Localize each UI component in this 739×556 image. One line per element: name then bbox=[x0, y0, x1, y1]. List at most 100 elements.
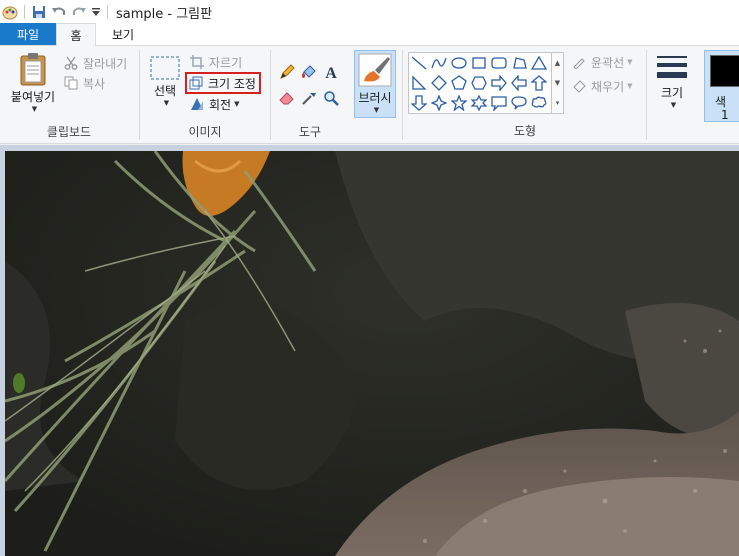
resize-label: 크기 조정 bbox=[208, 76, 256, 91]
tools-group: A 도구 bbox=[271, 46, 349, 144]
fill-dropdown-icon: ▼ bbox=[627, 82, 633, 90]
paint-app-icon[interactable] bbox=[0, 2, 20, 22]
tab-file[interactable]: 파일 bbox=[0, 23, 56, 45]
shapes-scroll-up-icon[interactable]: ▲ bbox=[552, 53, 563, 73]
four-point-star-shape-icon[interactable] bbox=[429, 93, 449, 113]
shapes-group-label: 도형 bbox=[513, 124, 537, 138]
line-width-icon bbox=[657, 56, 687, 78]
fill-label: 채우기 bbox=[591, 79, 625, 94]
fill-button[interactable]: 채우기 ▼ bbox=[570, 76, 633, 96]
select-button[interactable]: 선택 ▼ bbox=[148, 56, 182, 107]
cut-label: 잘라내기 bbox=[83, 56, 128, 71]
qa-separator bbox=[24, 5, 25, 19]
image-group: 선택 ▼ 자르기 크기 조정 회전 ▼ 이미지 bbox=[140, 46, 270, 144]
pentagon-shape-icon[interactable] bbox=[449, 73, 469, 93]
color1-button[interactable]: 색 1 bbox=[704, 50, 739, 122]
scissors-icon bbox=[62, 55, 80, 71]
brushes-dropdown-icon: ▼ bbox=[373, 106, 380, 114]
oval-shape-icon[interactable] bbox=[449, 53, 469, 73]
cut-button[interactable]: 잘라내기 bbox=[62, 53, 127, 73]
outline-icon bbox=[570, 54, 588, 70]
line-shape-icon[interactable] bbox=[409, 53, 429, 73]
rounded-rectangle-shape-icon[interactable] bbox=[489, 53, 509, 73]
save-icon[interactable] bbox=[29, 2, 49, 22]
tab-view[interactable]: 보기 bbox=[96, 23, 150, 45]
canvas-area[interactable] bbox=[0, 145, 739, 556]
crop-button[interactable]: 자르기 bbox=[188, 52, 261, 72]
six-point-star-shape-icon[interactable] bbox=[469, 93, 489, 113]
right-arrow-shape-icon[interactable] bbox=[489, 73, 509, 93]
brushes-label: 브러시 bbox=[358, 91, 392, 105]
clipboard-group: 붙여넣기 ▼ 잘라내기 복사 클립보드 bbox=[0, 46, 138, 144]
hexagon-shape-icon[interactable] bbox=[469, 73, 489, 93]
tools-group-label: 도구 bbox=[298, 125, 322, 139]
curve-shape-icon[interactable] bbox=[429, 53, 449, 73]
canvas-image[interactable] bbox=[5, 151, 739, 556]
photo-content bbox=[5, 151, 739, 556]
paste-button[interactable]: 붙여넣기 ▼ bbox=[6, 52, 60, 113]
oval-callout-shape-icon[interactable] bbox=[509, 93, 529, 113]
right-triangle-shape-icon[interactable] bbox=[409, 73, 429, 93]
resize-icon bbox=[187, 75, 205, 91]
brush-icon bbox=[358, 53, 392, 87]
redo-icon[interactable] bbox=[69, 2, 89, 22]
fill-bucket-icon[interactable] bbox=[299, 62, 319, 82]
pencil-icon[interactable] bbox=[277, 62, 297, 82]
resize-button[interactable]: 크기 조정 bbox=[185, 72, 261, 94]
ribbon: 붙여넣기 ▼ 잘라내기 복사 클립보드 선택 ▼ 자르기 크기 조정 회전 ▼ … bbox=[0, 46, 739, 144]
select-label: 선택 bbox=[153, 84, 177, 98]
image-group-label: 이미지 bbox=[188, 125, 222, 139]
outline-label: 윤곽선 bbox=[591, 55, 625, 70]
copy-label: 복사 bbox=[83, 76, 106, 91]
size-dropdown-icon: ▼ bbox=[670, 101, 677, 109]
up-arrow-shape-icon[interactable] bbox=[529, 73, 549, 93]
shapes-expand-icon[interactable]: ▾ bbox=[552, 93, 563, 113]
shapes-scroll-down-icon[interactable]: ▼ bbox=[552, 73, 563, 93]
rectangle-shape-icon[interactable] bbox=[469, 53, 489, 73]
paste-dropdown-icon: ▼ bbox=[31, 105, 38, 113]
rotate-dropdown-icon: ▼ bbox=[234, 100, 240, 108]
title-bar: sample - 그림판 bbox=[0, 0, 739, 24]
paste-label: 붙여넣기 bbox=[10, 90, 56, 104]
shapes-scroller: ▲ ▼ ▾ bbox=[552, 52, 564, 114]
cloud-callout-shape-icon[interactable] bbox=[529, 93, 549, 113]
rotate-button[interactable]: 회전 ▼ bbox=[188, 94, 261, 114]
diamond-shape-icon[interactable] bbox=[429, 73, 449, 93]
select-dropdown-icon: ▼ bbox=[163, 99, 170, 107]
size-label: 크기 bbox=[660, 86, 684, 100]
down-arrow-shape-icon[interactable] bbox=[409, 93, 429, 113]
color1-number: 1 bbox=[721, 108, 729, 122]
clipboard-icon bbox=[20, 53, 46, 86]
text-tool-icon[interactable]: A bbox=[321, 62, 341, 82]
outline-dropdown-icon: ▼ bbox=[627, 58, 633, 66]
tab-home[interactable]: 홈 bbox=[56, 23, 96, 46]
magnifier-icon[interactable] bbox=[321, 88, 341, 108]
fill-icon bbox=[570, 78, 588, 94]
rect-callout-shape-icon[interactable] bbox=[489, 93, 509, 113]
left-arrow-shape-icon[interactable] bbox=[509, 73, 529, 93]
crop-label: 자르기 bbox=[209, 55, 243, 70]
outline-button[interactable]: 윤곽선 ▼ bbox=[570, 52, 633, 72]
eraser-icon[interactable] bbox=[277, 88, 297, 108]
size-button[interactable]: 크기 ▼ bbox=[652, 54, 692, 109]
crop-icon bbox=[188, 54, 206, 70]
customize-qa-icon[interactable] bbox=[89, 2, 103, 22]
copy-button[interactable]: 복사 bbox=[62, 73, 127, 93]
color1-swatch bbox=[710, 55, 739, 87]
selection-rect-icon bbox=[150, 56, 180, 80]
shapes-gallery bbox=[408, 52, 552, 114]
svg-text:A: A bbox=[325, 65, 337, 80]
undo-icon[interactable] bbox=[49, 2, 69, 22]
triangle-shape-icon[interactable] bbox=[529, 53, 549, 73]
copy-icon bbox=[62, 75, 80, 91]
group-divider bbox=[646, 50, 647, 140]
clipboard-group-label: 클립보드 bbox=[46, 125, 92, 139]
polygon-shape-icon[interactable] bbox=[509, 53, 529, 73]
window-title: sample - 그림판 bbox=[116, 6, 213, 22]
title-separator bbox=[107, 5, 108, 19]
rotate-icon bbox=[188, 96, 206, 112]
color-picker-icon[interactable] bbox=[299, 88, 319, 108]
brushes-button[interactable]: 브러시 ▼ bbox=[354, 50, 396, 118]
five-point-star-shape-icon[interactable] bbox=[449, 93, 469, 113]
ribbon-tabs: 파일 홈 보기 bbox=[0, 23, 739, 46]
